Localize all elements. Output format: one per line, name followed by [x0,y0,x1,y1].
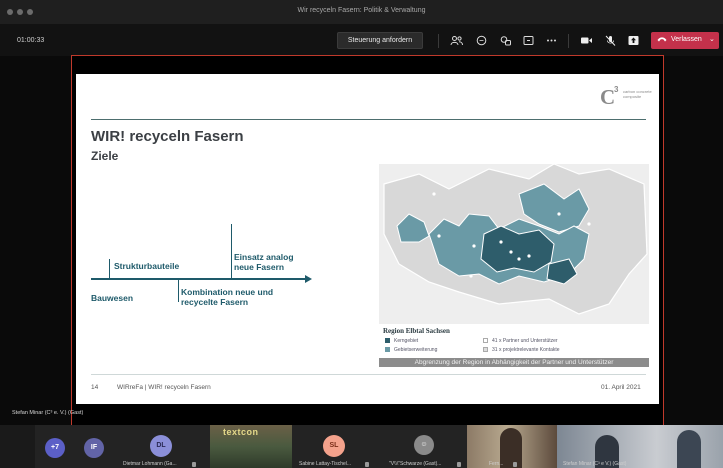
participant-tile[interactable]: DL Dietmar Lohmann (Ga... [120,425,210,468]
mic-icon [365,462,369,467]
map-caption: Abgrenzung der Region in Abhängigkeit de… [379,358,649,367]
logo-words: carbon concrete composite [623,89,652,99]
connector-line [109,259,110,278]
legend-erweiterung: Gebietserweiterung [394,347,438,353]
participants-icon[interactable] [450,35,463,46]
label-strukturbauteile: Strukturbauteile [114,261,180,271]
participant-name: textcon [223,427,259,437]
chevron-down-icon[interactable]: ⌄ [709,35,715,43]
goals-diagram: Strukturbauteile Einsatz analog neue Fas… [91,224,316,324]
participants-strip: +7 IF DL Dietmar Lohmann (Ga... textcon … [0,425,723,468]
avatar: IF [84,438,104,458]
participant-tile[interactable]: Fern... [467,425,557,468]
connector-line [231,224,232,278]
window-titlebar: Wir recyceln Fasern: Politik & Verwaltun… [0,0,723,24]
participant-name: Dietmar Lohmann (Ga... [123,461,177,467]
participant-name: Stefan Minar (C³ e V.) (Gast) [563,461,627,467]
participant-tile[interactable]: IF [80,425,120,468]
connector-line [178,280,179,302]
camera-icon[interactable] [580,35,593,46]
label-einsatz: Einsatz analog neue Fasern [234,252,294,272]
map-legend-title: Region Elbtal Sachsen [383,327,450,335]
breakout-rooms-icon[interactable] [522,35,535,46]
mic-icon [192,462,196,467]
presentation-slide: C 3 carbon concrete composite WIR! recyc… [76,74,659,404]
participant-name: "V\\\"Schwarze (Gast)... [389,461,442,467]
phone-hangup-icon [657,36,667,44]
region-map [379,164,649,324]
share-icon[interactable] [627,35,640,46]
overflow-count[interactable]: +7 [45,438,65,458]
window-title: Wir recyceln Fasern: Politik & Verwaltun… [297,7,426,14]
participant-name: Fern... [489,461,504,467]
presenter-name: Stefan Minar (C³ e. V.) (Gast) [12,410,84,416]
participant-tile[interactable]: ☺ "V\\\"Schwarze (Gast)... [372,425,467,468]
legend-swatch-partner [483,338,488,343]
shared-screen: C 3 carbon concrete composite WIR! recyc… [71,55,664,427]
chat-icon[interactable] [475,35,488,46]
participant-overflow-tile[interactable]: +7 [35,425,80,468]
slide-footer-text: WIRreFa | WIR! recyceln Fasern [117,384,211,391]
toolbar-divider [568,34,569,48]
axis-line [91,278,307,280]
leave-meeting-button[interactable]: Verlassen ⌄ [651,32,719,49]
participant-person [677,430,701,468]
participant-tile[interactable]: textcon [210,425,292,468]
reactions-icon[interactable] [499,35,512,46]
axis-arrow-icon [305,275,312,283]
teams-meeting-window: Wir recyceln Fasern: Politik & Verwaltun… [0,0,723,468]
logo-mark: C [600,85,616,109]
avatar: DL [150,435,172,457]
legend-swatch-extension [385,347,390,352]
legend-partner: 41 x Partner und Unterstützer [492,338,558,344]
mic-off-icon[interactable] [604,35,617,46]
person-icon: ☺ [414,435,434,455]
title-divider [91,119,646,120]
meeting-toolbar: 01:00:33 Steuerung anfordern Verlassen ⌄ [0,24,723,56]
participant-tile[interactable]: Stefan Minar (C³ e V.) (Gast) [557,425,723,468]
legend-swatch-contacts [483,347,488,352]
label-kombination: Kombination neue und recycelte Fasern [181,287,274,307]
logo-superscript: 3 [614,85,619,94]
mic-icon [513,462,517,467]
toolbar-divider [438,34,439,48]
more-icon[interactable] [545,35,558,46]
participant-name: Sabine Lattay-Tischel... [299,461,352,467]
slide-title: WIR! recyceln Fasern [91,128,244,145]
avatar: SL [323,435,345,457]
legend-swatch-core [385,338,390,343]
mic-icon [457,462,461,467]
leave-label: Verlassen [671,36,702,43]
legend-kerngebiet: Kerngebiet [394,338,419,344]
legend-kontakte: 31 x projektrelevante Kontakte [492,347,560,353]
request-control-button[interactable]: Steuerung anfordern [337,32,423,49]
footer-divider [91,374,646,375]
slide-subtitle: Ziele [91,149,119,163]
slide-page-number: 14 [91,384,99,391]
meeting-timer: 01:00:33 [17,37,45,44]
label-bauwesen: Bauwesen [91,293,134,303]
slide-footer-date: 01. April 2021 [601,384,641,391]
participant-tile[interactable]: SL Sabine Lattay-Tischel... [292,425,372,468]
